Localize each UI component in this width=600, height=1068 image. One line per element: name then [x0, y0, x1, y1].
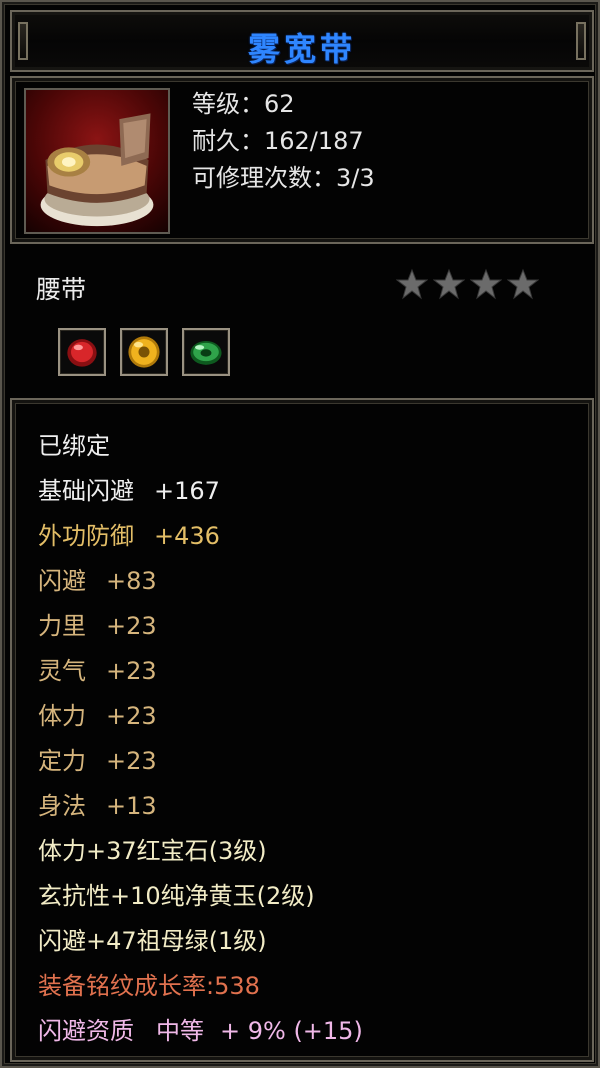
attr-name: 定力 [38, 747, 86, 775]
star-icon [433, 268, 465, 300]
attr-value: +23 [106, 657, 157, 685]
attr-vitality: 体力 +23 [38, 694, 363, 739]
attr-value: +23 [106, 702, 157, 730]
gem-sockets [58, 328, 230, 376]
title-bar: 雾宽带 [10, 10, 594, 72]
attr-agility: 身法 +13 [38, 784, 363, 829]
attr-name: 灵气 [38, 657, 86, 685]
attr-value: +23 [106, 612, 157, 640]
attr-name: 闪避 [38, 567, 86, 595]
aptitude-bonus: + 9% (+15) [220, 1017, 363, 1045]
aptitude-grade: 中等 [156, 1017, 204, 1045]
yellow-jade-gem-icon [120, 328, 168, 376]
item-info-box: 等级：62 耐久：162/187 可修理次数：3/3 [10, 76, 594, 244]
attr-value: +13 [106, 792, 157, 820]
attr-name: 基础闪避 [38, 477, 134, 505]
attr-value: +83 [106, 567, 157, 595]
gem-bonus-ruby: 体力+37红宝石(3级) [38, 837, 267, 865]
ruby-gem-icon [58, 328, 106, 376]
star-icon [507, 268, 539, 300]
item-info-lines: 等级：62 耐久：162/187 可修理次数：3/3 [192, 86, 375, 197]
item-name: 雾宽带 [247, 30, 356, 68]
attr-dodge: 闪避 +83 [38, 559, 363, 604]
attribute-list: 已绑定 基础闪避 +167 外功防御 +436 闪避 +83 力里 +23 灵气 +23 … [38, 424, 363, 1054]
attr-name: 体力 [38, 702, 86, 730]
attr-strength: 力里 +23 [38, 604, 363, 649]
star-icon [470, 268, 502, 300]
title-bar-right-ornament [576, 22, 586, 60]
dodge-aptitude: 闪避资质 中等 + 9% (+15) [38, 1009, 363, 1054]
attr-name: 力里 [38, 612, 86, 640]
item-durability: 耐久：162/187 [192, 127, 364, 155]
attr-focus: 定力 +23 [38, 739, 363, 784]
attr-external-defense: 外功防御 +436 [38, 514, 363, 559]
gem-bonus-emerald: 闪避+47祖母绿(1级) [38, 927, 267, 955]
attr-name: 身法 [38, 792, 86, 820]
attr-value: +23 [106, 747, 157, 775]
attr-value: +436 [154, 522, 220, 550]
gem-bonus-yellow-jade: 玄抗性+10纯净黄玉(2级) [38, 882, 315, 910]
star-icon [396, 268, 428, 300]
star-rating [396, 268, 539, 300]
bound-status: 已绑定 [38, 432, 110, 460]
item-level: 等级：62 [192, 90, 295, 118]
attr-name: 外功防御 [38, 522, 134, 550]
attr-spirit: 灵气 +23 [38, 649, 363, 694]
attr-value: +167 [154, 477, 220, 505]
inscription-growth-rate: 装备铭纹成长率:538 [38, 972, 260, 1000]
item-tooltip: 雾宽带 等级：62 耐久：162/187 可修理次数：3/3 腰带 已绑定 基础… [0, 0, 600, 1068]
aptitude-label: 闪避资质 [38, 1017, 134, 1045]
emerald-gem-icon [182, 328, 230, 376]
attr-base-dodge: 基础闪避 +167 [38, 469, 363, 514]
item-type: 腰带 [36, 275, 87, 304]
belt-item-icon [24, 88, 170, 234]
attribute-box: 已绑定 基础闪避 +167 外功防御 +436 闪避 +83 力里 +23 灵气 +23 … [10, 398, 594, 1062]
item-repair-count: 可修理次数：3/3 [192, 164, 375, 192]
